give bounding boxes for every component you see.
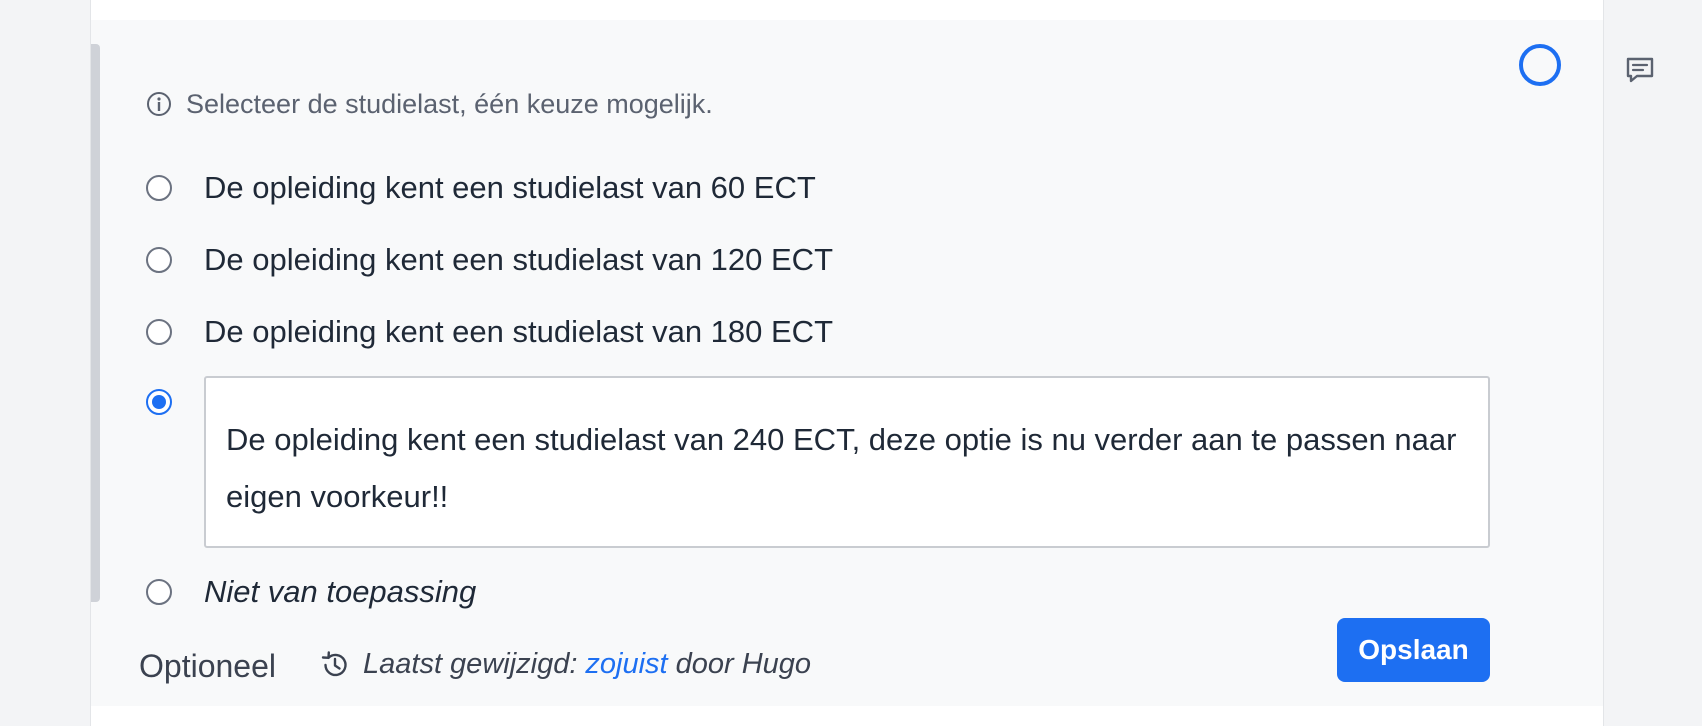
history-icon [319,649,351,681]
history-link[interactable]: zojuist [585,648,667,681]
option-240-ect-editor[interactable]: De opleiding kent een studielast van 240… [204,376,1490,548]
option-not-applicable[interactable]: Niet van toepassing [146,574,476,610]
save-button[interactable]: Opslaan [1337,618,1490,682]
radio-60-ect[interactable] [146,175,172,201]
option-60-ect[interactable]: De opleiding kent een studielast van 60 … [146,170,816,206]
radio-180-ect[interactable] [146,319,172,345]
option-label: De opleiding kent een studielast van 180… [204,314,834,349]
info-icon [146,91,172,117]
optional-label: Optioneel [139,648,276,684]
radio-240-ect[interactable] [146,389,172,415]
option-label: Niet van toepassing [204,574,477,609]
hint-text: Selecteer de studielast, één keuze mogel… [186,88,713,119]
history-suffix: door Hugo [675,648,812,680]
radio-not-applicable[interactable] [146,579,172,605]
question-hint: Selecteer de studielast, één keuze mogel… [146,86,713,122]
page-column: Selecteer de studielast, één keuze mogel… [90,0,1604,726]
history-prefix: Laatst gewijzigd: [363,648,578,680]
option-180-ect[interactable]: De opleiding kent een studielast van 180… [146,314,833,350]
option-120-ect[interactable]: De opleiding kent een studielast van 120… [146,242,833,278]
comment-icon[interactable] [1623,53,1657,87]
question-card: Selecteer de studielast, één keuze mogel… [91,20,1603,706]
status-circle-icon[interactable] [1519,44,1561,86]
active-indicator-bar [91,44,100,602]
last-modified: Laatst gewijzigd: zojuist door Hugo [319,648,811,681]
option-label: De opleiding kent een studielast van 120… [204,242,834,277]
radio-120-ect[interactable] [146,247,172,273]
option-label: De opleiding kent een studielast van 60 … [204,170,816,205]
